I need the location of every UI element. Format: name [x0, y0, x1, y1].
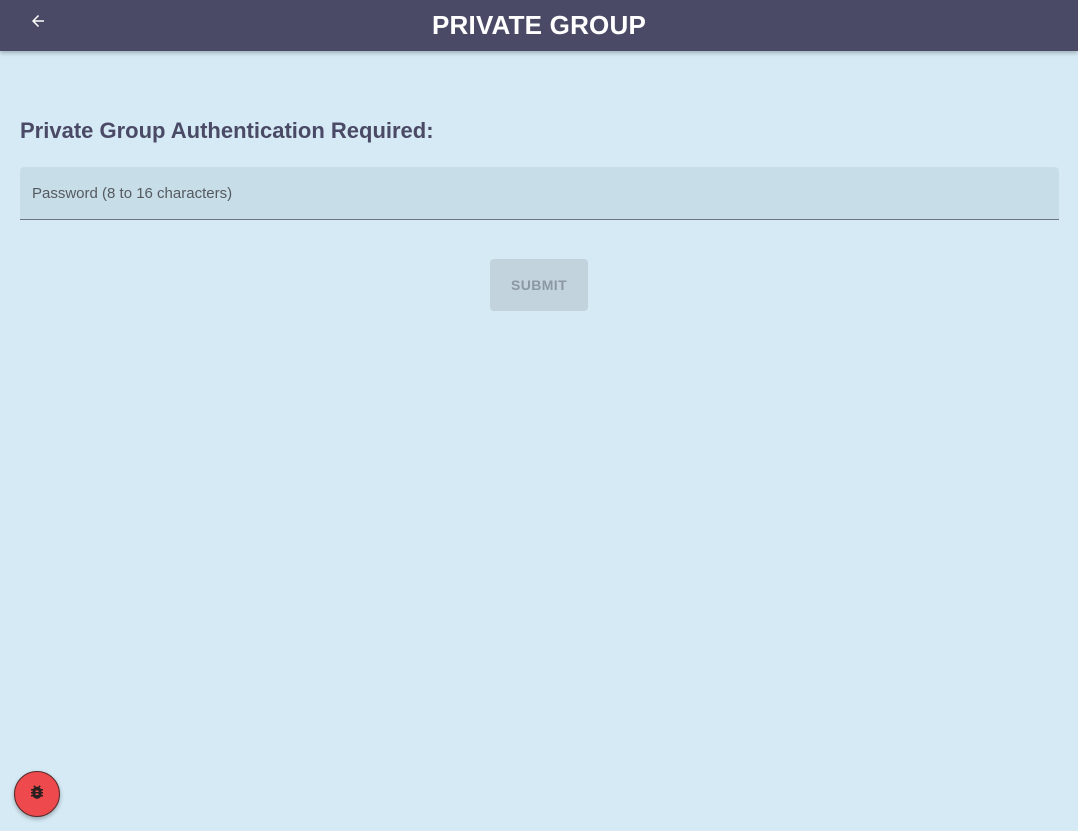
- app-bar: PRIVATE GROUP: [0, 0, 1078, 51]
- auth-heading: Private Group Authentication Required:: [20, 118, 434, 143]
- back-button[interactable]: [22, 7, 54, 39]
- debug-button[interactable]: [14, 771, 60, 817]
- password-field-container[interactable]: [20, 167, 1059, 220]
- password-input[interactable]: [20, 167, 1059, 219]
- submit-button[interactable]: SUBMIT: [490, 259, 588, 311]
- arrow-left-icon: [29, 12, 47, 35]
- bug-icon: [28, 783, 46, 806]
- page-title: PRIVATE GROUP: [432, 10, 646, 40]
